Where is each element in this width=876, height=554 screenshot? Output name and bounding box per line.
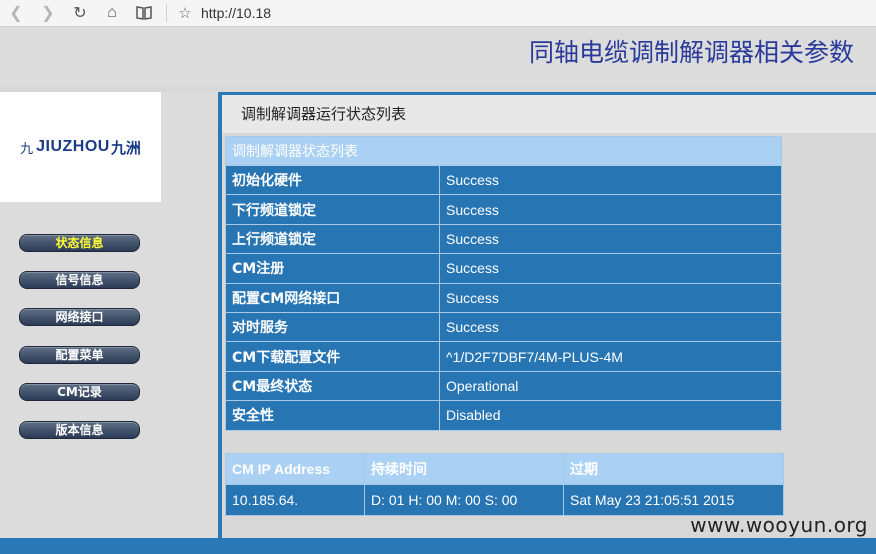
table-row: CM注册 Success: [225, 253, 782, 284]
row-label: 配置CM网络接口: [225, 282, 440, 313]
back-button[interactable]: ❮: [0, 0, 32, 26]
expires-value: Sat May 23 21:05:51 2015: [563, 484, 784, 516]
menu-status-info[interactable]: 状态信息: [19, 234, 140, 252]
table-row: 配置CM网络接口 Success: [225, 282, 782, 313]
row-value: Success: [439, 253, 782, 284]
logo-mark: 九: [20, 141, 34, 157]
browser-toolbar: ❮ ❯ ↻ ⌂ ☆ http://10.18: [0, 0, 876, 27]
menu-network-interface[interactable]: 网络接口: [19, 308, 140, 326]
table-row: 上行频道锁定 Success: [225, 223, 782, 255]
main-content: 调制解调器运行状态列表 调制解调器状态列表 初始化硬件 Success 下行频道…: [222, 92, 876, 538]
cm-ip-value: 10.185.64.: [225, 484, 365, 516]
row-label: 初始化硬件: [225, 164, 440, 196]
row-label: 安全性: [225, 400, 440, 431]
row-value: Disabled: [439, 400, 782, 431]
row-value: Operational: [439, 370, 782, 402]
status-table-caption-row: 调制解调器状态列表: [225, 136, 782, 166]
toolbar-separator: [166, 4, 167, 22]
menu-cm-log[interactable]: CM记录: [19, 383, 140, 401]
logo: 九 JIUZHOU 九洲: [0, 92, 161, 202]
column-header-duration: 持续时间: [364, 453, 564, 485]
forward-button[interactable]: ❯: [32, 0, 64, 26]
row-value: ^1/D2F7DBF7/4M-PLUS-4M: [439, 341, 782, 372]
status-table: 调制解调器状态列表 初始化硬件 Success 下行频道锁定 Success 上…: [225, 136, 782, 431]
table-row: CM最终状态 Operational: [225, 370, 782, 402]
logo-text: JIUZHOU: [36, 138, 110, 155]
reload-icon: ↻: [73, 5, 87, 22]
row-value: Success: [439, 164, 782, 196]
watermark: www.wooyun.org: [690, 513, 868, 537]
star-icon[interactable]: ☆: [173, 4, 197, 22]
arrow-left-icon: ❮: [9, 5, 23, 22]
page-header: 同轴电缆调制解调器相关参数: [0, 27, 876, 87]
table-row: 安全性 Disabled: [225, 400, 782, 431]
status-table-caption: 调制解调器状态列表: [225, 136, 782, 166]
row-label: 上行频道锁定: [225, 223, 440, 255]
cm-table-header-row: CM IP Address 持续时间 过期: [225, 453, 784, 485]
table-row: 下行频道锁定 Success: [225, 194, 782, 225]
logo-cn: 九洲: [110, 138, 141, 157]
column-header-expires: 过期: [563, 453, 784, 485]
menu-version-info[interactable]: 版本信息: [19, 421, 140, 439]
home-icon: ⌂: [107, 4, 117, 21]
row-value: Success: [439, 223, 782, 255]
table-row: 对时服务 Success: [225, 311, 782, 343]
reload-button[interactable]: ↻: [64, 0, 96, 26]
row-value: Success: [439, 282, 782, 313]
table-row: 初始化硬件 Success: [225, 164, 782, 196]
column-header-ip: CM IP Address: [225, 453, 365, 485]
address-bar[interactable]: http://10.18: [201, 5, 271, 21]
table-row: CM下载配置文件 ^1/D2F7DBF7/4M-PLUS-4M: [225, 341, 782, 372]
row-value: Success: [439, 311, 782, 343]
arrow-right-icon: ❯: [41, 5, 55, 22]
left-sidebar: 九 JIUZHOU 九洲 状态信息 信号信息 网络接口 配置菜单 CM记录 版本…: [0, 92, 218, 538]
row-label: 下行频道锁定: [225, 194, 440, 225]
row-value: Success: [439, 194, 782, 225]
row-label: CM最终状态: [225, 370, 440, 402]
row-label: CM下载配置文件: [225, 341, 440, 372]
menu-signal-info[interactable]: 信号信息: [19, 271, 140, 289]
reader-button[interactable]: [128, 0, 160, 26]
row-label: CM注册: [225, 253, 440, 284]
page-title: 同轴电缆调制解调器相关参数: [528, 38, 854, 67]
duration-value: D: 01 H: 00 M: 00 S: 00: [364, 484, 564, 516]
footer-bar: [0, 538, 876, 554]
table-row: 10.185.64. D: 01 H: 00 M: 00 S: 00 Sat M…: [225, 484, 784, 516]
section-heading: 调制解调器运行状态列表: [222, 95, 876, 133]
row-label: 对时服务: [225, 311, 440, 343]
book-icon: [136, 6, 152, 20]
home-button[interactable]: ⌂: [96, 0, 128, 26]
menu-config[interactable]: 配置菜单: [19, 346, 140, 364]
cm-ip-table: CM IP Address 持续时间 过期 10.185.64. D: 01 H…: [225, 453, 784, 516]
